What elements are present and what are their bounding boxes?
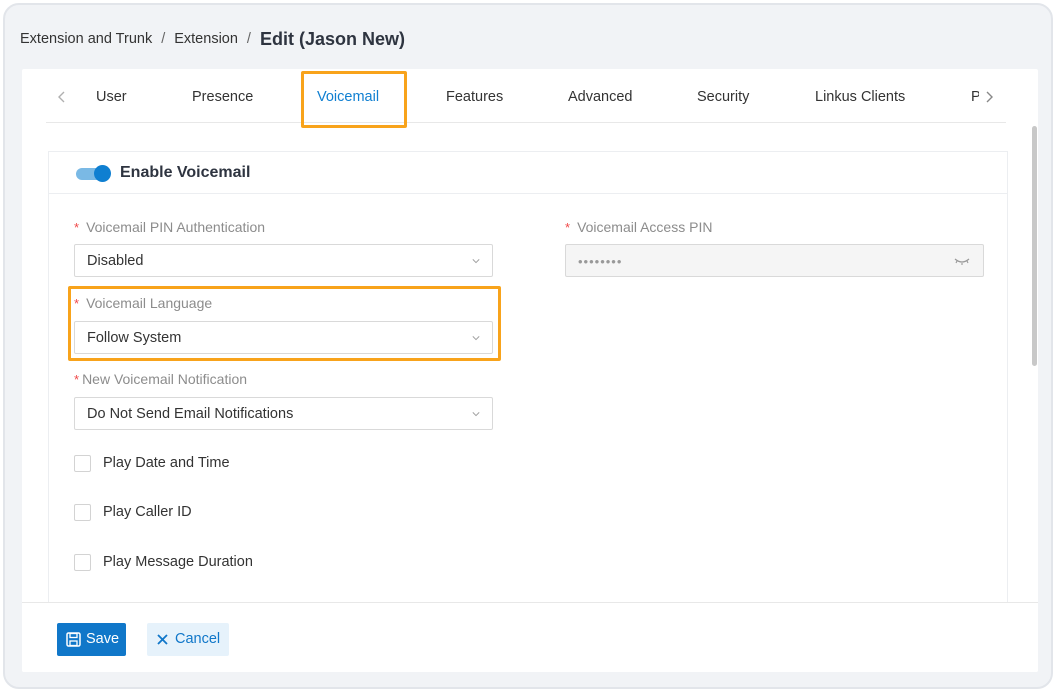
save-label: Save — [86, 631, 120, 647]
toggle-knob — [94, 165, 111, 182]
required-mark: * — [565, 220, 571, 235]
access-pin-label-text: Voicemail Access PIN — [577, 219, 713, 235]
pin-auth-value: Disabled — [87, 253, 144, 269]
breadcrumb-item-extension-trunk[interactable]: Extension and Trunk — [20, 31, 152, 47]
required-mark: * — [74, 220, 80, 235]
notification-value: Do Not Send Email Notifications — [87, 406, 294, 422]
page-title: Edit (Jason New) — [259, 28, 405, 49]
chevron-down-icon — [472, 336, 480, 341]
close-icon — [157, 634, 168, 645]
chevron-down-icon — [472, 412, 480, 417]
tab-presence[interactable]: Presence — [192, 69, 253, 123]
cancel-label: Cancel — [175, 631, 221, 647]
breadcrumb: Extension and Trunk / Extension / Edit (… — [20, 27, 405, 51]
notification-select[interactable]: Do Not Send Email Notifications — [74, 397, 493, 430]
chevron-left-icon[interactable] — [58, 69, 66, 123]
checkbox-label: Play Caller ID — [103, 504, 192, 520]
card-title: Enable Voicemail — [120, 164, 251, 181]
tab-bar: User Presence Voicemail Features Advance… — [46, 69, 1006, 123]
eye-closed-icon[interactable] — [953, 255, 971, 267]
language-select[interactable]: Follow System — [74, 321, 493, 354]
tab-features[interactable]: Features — [446, 69, 503, 123]
notification-label-text: New Voicemail Notification — [82, 371, 248, 387]
pin-auth-label-text: Voicemail PIN Authentication — [86, 219, 266, 235]
tab-advanced[interactable]: Advanced — [568, 69, 633, 123]
language-value: Follow System — [87, 330, 182, 346]
language-label-text: Voicemail Language — [86, 295, 213, 311]
tab-linkus-clients[interactable]: Linkus Clients — [815, 69, 905, 123]
cancel-button[interactable]: Cancel — [147, 623, 229, 656]
access-pin-input[interactable]: •••••••• — [565, 244, 984, 277]
breadcrumb-separator: / — [246, 31, 251, 47]
access-pin-value: •••••••• — [578, 254, 623, 269]
checkbox-box[interactable] — [74, 554, 91, 571]
card-header: Enable Voicemail — [49, 152, 1007, 194]
tab-user[interactable]: User — [96, 69, 127, 123]
breadcrumb-item-extension[interactable]: Extension — [174, 31, 238, 47]
chevron-right-icon[interactable] — [985, 69, 993, 123]
footer-bar: Save Cancel — [22, 602, 1038, 672]
breadcrumb-separator: / — [161, 31, 166, 47]
tab-voicemail[interactable]: Voicemail — [317, 69, 379, 123]
tab-partial[interactable]: P — [971, 69, 979, 123]
window-frame: Extension and Trunk / Extension / Edit (… — [3, 3, 1053, 689]
scrollbar-thumb[interactable] — [1032, 126, 1037, 366]
required-mark: * — [74, 372, 80, 387]
tab-security[interactable]: Security — [697, 69, 749, 123]
pin-auth-label: * Voicemail PIN Authentication — [74, 219, 265, 235]
save-button[interactable]: Save — [57, 623, 126, 656]
checkbox-box[interactable] — [74, 504, 91, 521]
access-pin-label: * Voicemail Access PIN — [565, 219, 712, 235]
enable-voicemail-toggle[interactable] — [76, 165, 111, 182]
checkbox-box[interactable] — [74, 455, 91, 472]
pin-auth-select[interactable]: Disabled — [74, 244, 493, 277]
checkbox-label: Play Message Duration — [103, 554, 253, 570]
notification-label: * New Voicemail Notification — [74, 371, 247, 387]
save-icon — [66, 632, 81, 647]
edit-panel: User Presence Voicemail Features Advance… — [22, 69, 1038, 672]
chevron-down-icon — [472, 259, 480, 264]
language-label: * Voicemail Language — [74, 295, 212, 311]
required-mark: * — [74, 296, 80, 311]
voicemail-card: Enable Voicemail * Voicemail PIN Authenti… — [48, 151, 1008, 621]
checkbox-label: Play Date and Time — [103, 455, 230, 471]
